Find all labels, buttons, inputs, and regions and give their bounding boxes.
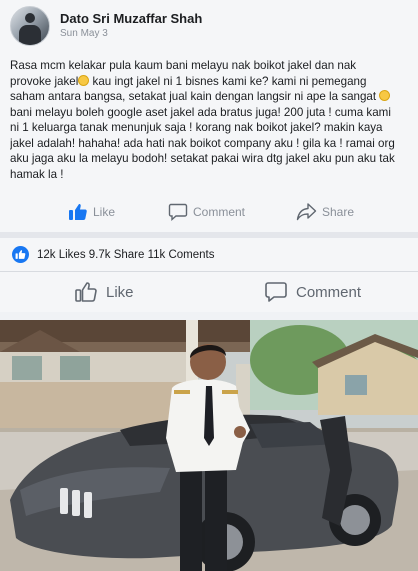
reaction-stats-bar: 12k Likes 9.7k Share 11k Coments <box>0 238 418 272</box>
bottom-comment-button[interactable]: Comment <box>264 280 361 304</box>
author-name[interactable]: Dato Sri Muzaffar Shah <box>60 11 202 27</box>
post-header: Dato Sri Muzaffar Shah Sun May 3 <box>10 6 202 46</box>
post-line-2: provoke jakel kau ingt jakel ni 1 bisnes… <box>10 74 414 90</box>
comment-icon <box>168 203 188 222</box>
post-line-3: saham antara bangsa, setakat jual kain d… <box>10 89 414 105</box>
post-line-6: jakel adalah! hahaha! ada hati nak boiko… <box>10 136 395 150</box>
post-line-4: bani melayu boleh google aset jakel ada … <box>10 105 391 119</box>
post-line-2b: kau ingt jakel ni 1 bisnes kami ke? kami… <box>89 74 367 88</box>
reaction-stats-text[interactable]: 12k Likes 9.7k Share 11k Coments <box>37 249 215 261</box>
comment-label: Comment <box>193 205 246 219</box>
post-line-2a: provoke jakel <box>10 74 79 88</box>
share-button[interactable]: Share <box>296 202 354 222</box>
post-line-5: ni 1 keluarga tanak menunjuk saja ! kora… <box>10 121 383 134</box>
profile-avatar[interactable] <box>10 6 50 46</box>
post-line-8: hamak la ! <box>10 167 64 181</box>
car-and-pilot-photo <box>0 320 418 571</box>
post-body: Rasa mcm kelakar pula kaum bani melayu n… <box>10 58 414 182</box>
bottom-comment-label: Comment <box>296 283 362 301</box>
like-reaction-icon <box>12 246 29 263</box>
laughing-emoji-icon-2 <box>379 90 391 101</box>
post-line-7: aku jaga aku la melayu bodoh! setakat pa… <box>10 152 395 165</box>
like-button[interactable]: Like <box>68 202 115 222</box>
bottom-like-label: Like <box>106 283 134 301</box>
post-line-1: Rasa mcm kelakar pula kaum bani melayu n… <box>10 59 357 72</box>
photo-separator <box>0 312 418 320</box>
like-label: Like <box>93 205 116 219</box>
bottom-action-bar: Like Comment <box>0 272 418 312</box>
post-photo[interactable] <box>0 320 418 571</box>
bottom-like-button[interactable]: Like <box>74 280 134 304</box>
post-meta: Dato Sri Muzaffar Shah Sun May 3 <box>60 11 202 41</box>
post-line-3a: saham antara bangsa, setakat jual kain d… <box>10 90 377 103</box>
facebook-post-card: Dato Sri Muzaffar Shah Sun May 3 Rasa mc… <box>0 0 418 238</box>
thumbs-up-small-icon <box>15 250 26 259</box>
post-actions: Like Comment Share <box>0 196 418 226</box>
laughing-emoji-icon <box>78 74 90 86</box>
comment-outline-icon <box>265 282 287 302</box>
share-label: Share <box>322 205 355 219</box>
thumbs-up-icon <box>69 204 87 220</box>
post-time[interactable]: Sun May 3 <box>60 27 202 41</box>
thumbs-up-outline-icon <box>75 282 97 302</box>
comment-button[interactable]: Comment <box>168 202 245 222</box>
share-icon <box>296 203 317 221</box>
